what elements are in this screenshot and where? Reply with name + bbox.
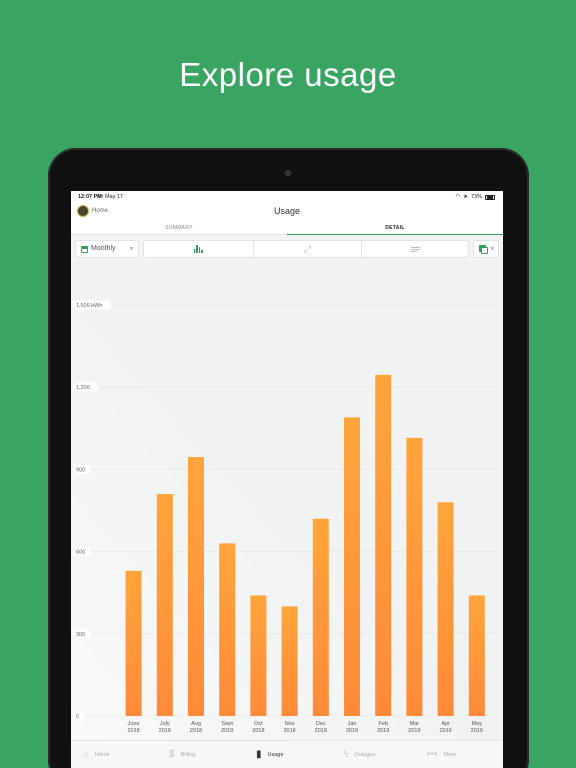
- headline: Explore usage: [179, 56, 397, 93]
- location-icon: ➤: [463, 194, 468, 200]
- bar-sept-2018[interactable]: [219, 543, 236, 716]
- x-tick-month: Aug: [191, 721, 201, 727]
- x-tick-year: 2019: [439, 728, 451, 734]
- bar-jan-2019[interactable]: [344, 417, 360, 716]
- bar-july-2018[interactable]: [156, 494, 173, 716]
- x-tick-month: July: [160, 721, 170, 727]
- usage-bar-chart: June2018July2018Aug2018Sept2018Oct2018No…: [71, 261, 503, 741]
- bar-oct-2018[interactable]: [250, 595, 267, 716]
- chevron-down-icon: ▼: [129, 246, 134, 252]
- bar-aug-2018[interactable]: [188, 457, 204, 716]
- bar-view-button[interactable]: [144, 241, 253, 257]
- nav-billing-label: Billing: [180, 751, 196, 758]
- status-date: Fri May 17: [97, 194, 123, 200]
- x-tick-year: 2018: [283, 728, 295, 734]
- x-tick-year: 2018: [221, 728, 233, 734]
- wifi-icon: ◠: [455, 194, 461, 200]
- x-tick-year: 2019: [346, 728, 358, 734]
- list-view-button[interactable]: [361, 241, 470, 257]
- expand-icon: ⤢: [303, 243, 311, 254]
- x-tick-year: 2018: [190, 728, 202, 734]
- calendar-icon: [81, 246, 88, 253]
- nav-more[interactable]: ••• More: [427, 749, 456, 760]
- nav-outages-label: Outages: [354, 751, 376, 758]
- y-tick-label: 900: [76, 467, 85, 473]
- chevron-down-icon: ▼: [490, 246, 495, 252]
- nav-billing[interactable]: $ Billing: [169, 749, 195, 760]
- x-tick-month: May: [472, 721, 483, 727]
- bar-chart-icon: [193, 245, 203, 253]
- period-label: Monthly: [91, 245, 116, 252]
- x-tick-year: 2018: [127, 728, 139, 734]
- list-icon: [411, 246, 421, 252]
- chart-toolbar: Monthly ▼ ⤢ ▼: [71, 235, 503, 261]
- x-tick-month: Jan: [348, 721, 357, 727]
- nav-usage-label: Usage: [267, 751, 284, 758]
- x-tick-month: Oct: [254, 721, 263, 727]
- usage-tabs: SUMMARY DETAIL: [71, 223, 503, 235]
- status-bar: 12:07 PM Fri May 17 ◠ ➤ 73%: [71, 191, 503, 203]
- bottom-tab-bar: ⌂ Home $ Billing ▮ Usage ϟ Outages ••• M…: [71, 740, 503, 768]
- bar-may-2019[interactable]: [468, 595, 485, 716]
- lightning-icon: ϟ: [343, 749, 349, 760]
- expand-view-button[interactable]: ⤢: [252, 241, 362, 257]
- x-tick-year: 2019: [408, 728, 420, 734]
- nav-home-label: Home: [95, 751, 110, 758]
- battery-percent: 73%: [470, 194, 482, 200]
- x-tick-year: 2019: [471, 728, 483, 734]
- x-tick-month: Nov: [285, 721, 295, 727]
- y-tick-label: 1,500 kWh: [76, 303, 102, 309]
- nav-usage[interactable]: ▮ Usage: [256, 749, 283, 760]
- x-tick-year: 2018: [252, 728, 264, 734]
- bar-mar-2019[interactable]: [406, 437, 423, 716]
- y-tick-label: 600: [76, 550, 85, 556]
- home-icon: ⌂: [83, 749, 90, 760]
- x-tick-month: Apr: [441, 721, 450, 727]
- x-tick-month: Sept: [222, 721, 234, 727]
- app-screen: 12:07 PM Fri May 17 ◠ ➤ 73% Home Usage S…: [71, 191, 503, 768]
- x-tick-month: Dec: [316, 721, 326, 727]
- y-tick-label: 300: [76, 632, 85, 638]
- page-title: Usage: [273, 206, 300, 216]
- tab-summary[interactable]: SUMMARY: [71, 223, 287, 235]
- x-tick-month: Mar: [410, 721, 420, 727]
- x-tick-year: 2019: [377, 728, 389, 734]
- more-icon: •••: [427, 749, 438, 760]
- bar-chart-icon: ▮: [256, 749, 262, 760]
- bar-dec-2018[interactable]: [312, 518, 329, 716]
- x-tick-month: Feb: [378, 721, 387, 727]
- camera-dot: [285, 170, 291, 176]
- battery-icon: [485, 194, 495, 200]
- dollar-icon: $: [169, 749, 175, 760]
- y-tick-label: 1,200: [76, 385, 90, 391]
- period-select[interactable]: Monthly ▼: [75, 240, 139, 258]
- tab-detail[interactable]: DETAIL: [287, 223, 503, 235]
- view-switcher: ⤢: [143, 240, 469, 258]
- compare-select[interactable]: ▼: [473, 240, 499, 258]
- bar-nov-2018[interactable]: [281, 606, 298, 716]
- nav-home[interactable]: ⌂ Home: [83, 749, 110, 760]
- x-tick-year: 2018: [315, 728, 327, 734]
- y-tick-label: 0: [76, 714, 79, 720]
- bar-apr-2019[interactable]: [437, 502, 454, 716]
- nav-outages[interactable]: ϟ Outages: [343, 749, 375, 760]
- compare-icon-outline: [481, 247, 488, 254]
- x-tick-year: 2018: [159, 728, 171, 734]
- status-right: ◠ ➤ 73%: [456, 194, 495, 200]
- nav-more-label: More: [443, 751, 457, 758]
- bar-june-2018[interactable]: [125, 570, 142, 716]
- app-header: Home Usage: [71, 203, 503, 223]
- bar-feb-2019[interactable]: [375, 374, 392, 716]
- x-tick-month: June: [128, 721, 140, 727]
